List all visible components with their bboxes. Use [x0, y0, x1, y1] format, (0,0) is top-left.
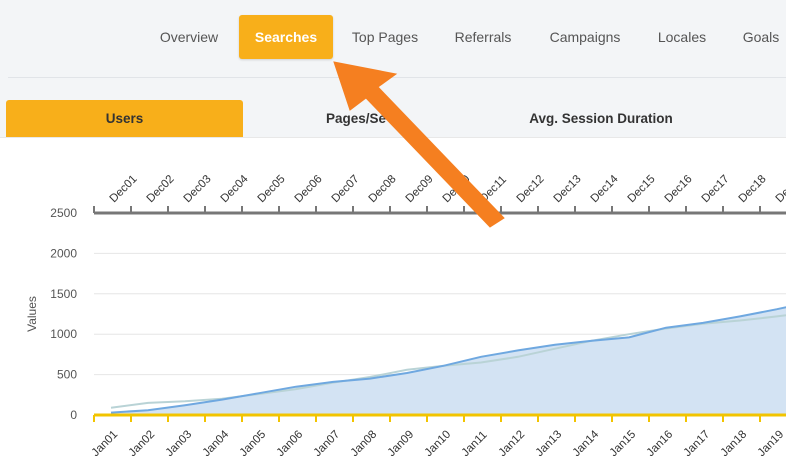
top-axis-tick-label: Dec07: [330, 173, 362, 205]
bottom-axis-tick-label: Jan05: [238, 428, 269, 459]
top-axis-tick-label: Dec02: [145, 173, 177, 205]
y-tick-label: 0: [70, 408, 77, 422]
tab-top-pages[interactable]: Top Pages: [340, 15, 430, 59]
metric-tabs: Users Pages/Se Avg. Session Duration: [6, 100, 786, 137]
tab-locales[interactable]: Locales: [646, 15, 718, 59]
bottom-axis-tick-label: Jan08: [349, 428, 380, 459]
tab-campaigns[interactable]: Campaigns: [536, 15, 634, 59]
top-axis-tick-label: Dec10: [441, 173, 473, 205]
top-axis-tick-label: Dec12: [515, 173, 547, 205]
tab-referrals[interactable]: Referrals: [440, 15, 526, 59]
metric-tab-avg-session-duration[interactable]: Avg. Session Duration: [511, 100, 691, 137]
top-axis-tick-label: Dec08: [367, 173, 399, 205]
y-tick-label: 1000: [50, 327, 77, 341]
bottom-axis-tick-label: Jan19: [756, 428, 786, 459]
top-axis-tick-label: Dec06: [293, 173, 325, 205]
bottom-axis-tick-label: Jan16: [645, 428, 676, 459]
series-current-area: [111, 307, 786, 415]
bottom-axis-tick-label: Jan13: [534, 428, 565, 459]
chart-panel: 0 500 1000 1500 2000 2500 Values Dec01 Dec02 Dec0…: [0, 137, 786, 472]
bottom-axis-tick-label: Jan02: [127, 428, 158, 459]
y-axis-label: Values: [25, 296, 39, 332]
tab-overview[interactable]: Overview: [145, 15, 233, 59]
bottom-axis-tick-label: Jan04: [201, 428, 232, 459]
y-tick-label: 500: [57, 368, 77, 382]
top-axis-tick-label: Dec11: [478, 174, 509, 205]
bottom-axis-tick-label: Jan01: [90, 428, 121, 459]
top-axis-tick-label: Dec03: [182, 173, 214, 205]
top-axis-tick-label: Dec18: [737, 173, 769, 205]
bottom-axis-tick-label: Jan10: [423, 428, 454, 459]
y-tick-label: 2500: [50, 206, 77, 220]
top-axis-tick-label: Dec09: [404, 173, 436, 205]
bottom-axis-tick-label: Jan17: [682, 428, 713, 459]
top-navigation: Overview Searches Top Pages Referrals Ca…: [0, 0, 786, 78]
y-tick-label: 2000: [50, 246, 77, 260]
top-axis-tick-label: Dec17: [700, 173, 732, 205]
bottom-axis-tick-label: Jan18: [719, 428, 750, 459]
top-axis-tick-label: Dec04: [219, 173, 251, 205]
bottom-axis-tick-label: Jan12: [497, 428, 528, 459]
metric-tab-users[interactable]: Users: [6, 100, 243, 137]
tab-searches[interactable]: Searches: [239, 15, 333, 59]
top-axis-tick-label: Dec13: [552, 173, 584, 205]
bottom-axis-tick-label: Jan15: [608, 428, 639, 459]
bottom-axis-tick-label: Jan09: [386, 428, 417, 459]
top-axis-tick-label: Dec19: [774, 173, 786, 205]
nav-divider: [8, 77, 786, 78]
users-chart: 05001000150020002500ValuesDec01 Dec02 Dec0…: [25, 173, 786, 459]
bottom-axis-tick-label: Jan06: [275, 428, 306, 459]
bottom-axis-tick-label: Jan14: [571, 428, 602, 459]
top-axis-tick-label: Dec01: [108, 173, 140, 205]
bottom-axis-tick-label: Jan03: [164, 428, 195, 459]
top-axis-tick-label: Dec16: [663, 173, 695, 205]
y-tick-label: 1500: [50, 287, 77, 301]
top-axis-tick-label: Dec05: [256, 173, 288, 205]
bottom-axis-tick-label: Jan07: [312, 428, 343, 459]
top-axis-tick-label: Dec15: [626, 173, 658, 205]
metric-tab-pages-session[interactable]: Pages/Se: [296, 100, 416, 137]
top-axis-tick-label: Dec14: [589, 173, 621, 205]
tab-goals[interactable]: Goals: [730, 15, 786, 59]
bottom-axis-tick-label: Jan11: [460, 429, 490, 459]
